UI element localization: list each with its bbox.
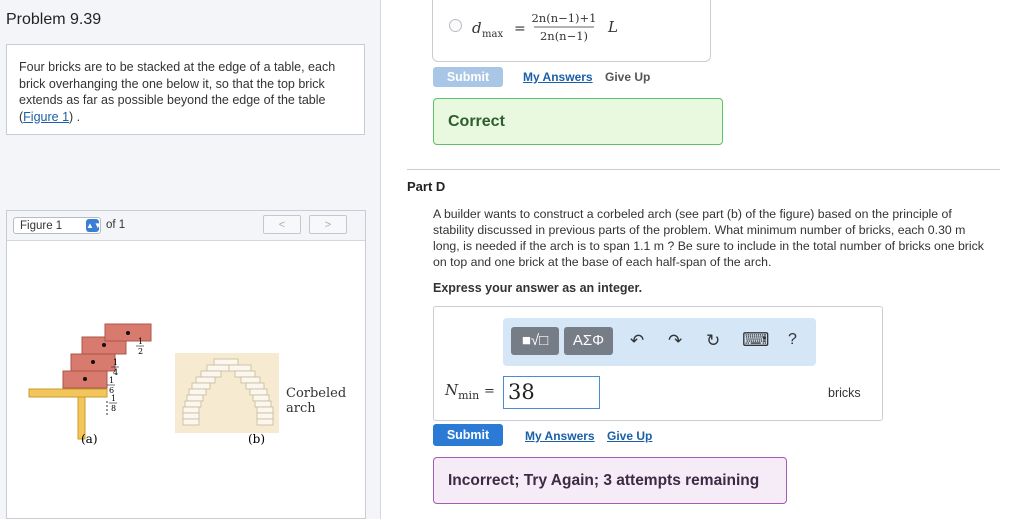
problem-statement-box: Four bricks are to be stacked at the edg… xyxy=(6,44,365,135)
figure-toolbar: Figure 1 ▲▼ of 1 < > xyxy=(7,211,365,241)
problem-title: Problem 9.39 xyxy=(6,11,102,28)
problem-statement: Four bricks are to be stacked at the edg… xyxy=(19,60,336,124)
label-a: (a) xyxy=(81,432,98,446)
table-top xyxy=(28,388,108,398)
greek-symbols-button[interactable]: AΣΦ xyxy=(564,327,613,355)
svg-text:L: L xyxy=(607,18,618,36)
stacked-bricks-diagram: 1 2 1 4 1 6 1 8 (a) xyxy=(28,323,152,446)
svg-text:=: = xyxy=(514,21,526,37)
prev-figure-button[interactable]: < xyxy=(263,215,301,234)
templates-icon: ■√□ xyxy=(521,332,549,349)
svg-text:2n(n−1): 2n(n−1) xyxy=(540,29,588,43)
undo-icon[interactable]: ↶ xyxy=(630,331,644,351)
submit-button[interactable]: Submit xyxy=(433,424,503,446)
dmax-formula: d max = 2n(n−1)+1 2n(n−1) L xyxy=(472,11,618,43)
answer-radio[interactable] xyxy=(449,19,462,32)
corbeled-label-1: Corbeled xyxy=(286,386,346,401)
section-divider xyxy=(407,169,1000,170)
figure-select-value: Figure 1 xyxy=(20,220,63,232)
frac-top: 1 xyxy=(138,337,143,346)
figure-link[interactable]: Figure 1 xyxy=(23,110,69,124)
svg-text:1: 1 xyxy=(113,358,118,367)
frac-eighth: 8 xyxy=(111,404,116,413)
svg-text:d: d xyxy=(472,19,482,37)
chevron-left-icon: < xyxy=(278,219,286,231)
my-answers-link[interactable]: My Answers xyxy=(523,70,593,84)
redo-icon[interactable]: ↷ xyxy=(668,331,682,351)
templates-button[interactable]: ■√□ xyxy=(511,327,559,355)
problem-text: Four bricks are to be stacked at the edg… xyxy=(19,60,336,107)
incorrect-feedback-text: Incorrect; Try Again; 3 attempts remaini… xyxy=(448,472,760,489)
next-figure-button[interactable]: > xyxy=(309,215,347,234)
svg-text:1: 1 xyxy=(111,394,116,403)
figure-panel: Figure 1 ▲▼ of 1 < > 1 2 1 4 1 6 1 8 (a)… xyxy=(6,210,366,519)
frac-half: 2 xyxy=(138,347,143,356)
label-b: (b) xyxy=(248,432,265,446)
math-toolbar: ■√□ AΣΦ ↶ ↷ ↻ ⌨ ? xyxy=(503,318,816,366)
corbeled-arch-diagram: Corbeled arch (b) xyxy=(175,353,346,446)
reset-icon[interactable]: ↻ xyxy=(706,331,720,351)
incorrect-feedback: Incorrect; Try Again; 3 attempts remaini… xyxy=(433,457,787,504)
select-arrows-icon: ▲▼ xyxy=(86,219,102,232)
greek-symbols-icon: AΣΦ xyxy=(572,332,605,349)
correct-feedback: Correct xyxy=(433,98,723,145)
correct-feedback-text: Correct xyxy=(448,113,505,130)
part-d-instruction: Express your answer as an integer. xyxy=(433,281,643,295)
give-up-link[interactable]: Give Up xyxy=(607,429,652,443)
corbeled-label-2: arch xyxy=(286,401,316,416)
answer-input[interactable]: 38 xyxy=(503,376,600,409)
svg-text:1: 1 xyxy=(109,376,114,385)
left-panel: Problem 9.39 Four bricks are to be stack… xyxy=(0,0,381,519)
nmin-label: Nmin = xyxy=(445,381,495,402)
help-icon[interactable]: ? xyxy=(788,331,797,349)
keyboard-icon[interactable]: ⌨ xyxy=(742,329,769,352)
chevron-right-icon: > xyxy=(324,219,332,231)
svg-text:2n(n−1)+1: 2n(n−1)+1 xyxy=(531,11,596,25)
my-answers-link-part-d[interactable]: My Answers xyxy=(525,429,595,443)
problem-text-end: . xyxy=(76,109,81,124)
submit-button-disabled[interactable]: Submit xyxy=(433,67,503,87)
part-d-question: A builder wants to construct a corbeled … xyxy=(433,207,984,269)
answer-unit: bricks xyxy=(828,386,861,400)
part-d-title: Part D xyxy=(407,179,446,194)
give-up-link-disabled: Give Up xyxy=(605,70,651,84)
figure-1-illustration: 1 2 1 4 1 6 1 8 (a) Corbeled arch (b) xyxy=(28,323,346,446)
figure-select[interactable]: Figure 1 ▲▼ xyxy=(13,217,102,234)
svg-text:max: max xyxy=(482,29,503,40)
figure-count: of 1 xyxy=(106,219,126,231)
